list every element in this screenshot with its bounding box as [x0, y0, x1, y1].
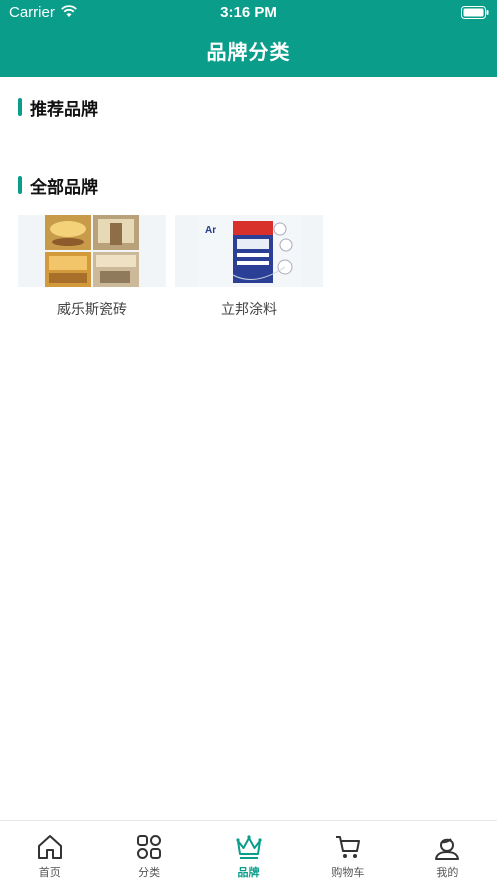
brand-card-weilesi[interactable]: 威乐斯瓷砖: [18, 215, 166, 319]
tab-label: 我的: [436, 866, 459, 879]
section-accent-bar: [18, 176, 22, 194]
brand-image: [18, 215, 166, 287]
brand-name: 威乐斯瓷砖: [57, 302, 127, 318]
category-grid-icon: [137, 835, 162, 859]
tab-label: 品牌: [237, 866, 260, 879]
tab-cart[interactable]: 购物车: [298, 821, 397, 883]
brand-name: 立邦涂料: [221, 302, 277, 318]
home-icon: [37, 835, 62, 859]
crown-icon: [235, 835, 262, 859]
svg-text:Ar: Ar: [205, 225, 216, 236]
profile-icon: [435, 838, 460, 860]
tab-home[interactable]: 首页: [0, 821, 99, 883]
tab-label: 分类: [138, 866, 161, 879]
tab-profile[interactable]: 我的: [398, 821, 497, 883]
app-header: Carrier 3:16 PM 品牌分类: [0, 0, 497, 77]
battery-icon: [461, 6, 489, 19]
all-brands-header: 全部品牌: [18, 175, 98, 198]
bottom-tab-bar: 首页 分类 品牌 购物车 我的: [0, 820, 497, 883]
recommended-brands-title: 推荐品牌: [30, 99, 98, 120]
all-brands-title: 全部品牌: [30, 177, 98, 198]
section-accent-bar: [18, 98, 22, 116]
cart-icon: [335, 836, 360, 858]
tab-brand[interactable]: 品牌: [199, 821, 298, 883]
recommended-brands-header: 推荐品牌: [18, 97, 98, 120]
page-title: 品牌分类: [206, 40, 291, 64]
status-time: 3:16 PM: [220, 4, 277, 21]
tab-label: 购物车: [331, 866, 365, 879]
brand-image: Ar: [175, 215, 323, 287]
brand-card-libang[interactable]: Ar 立邦涂料: [175, 215, 323, 319]
status-bar: Carrier 3:16 PM: [0, 0, 497, 26]
tab-category[interactable]: 分类: [99, 821, 198, 883]
tab-label: 首页: [38, 866, 61, 879]
